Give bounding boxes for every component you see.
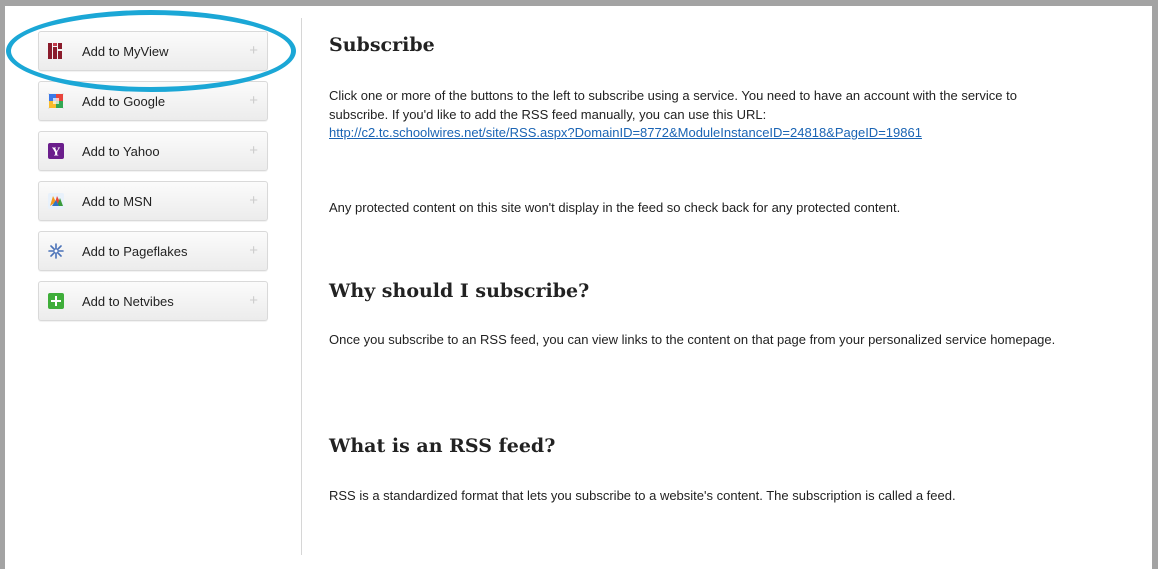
what-is-rss-text: RSS is a standardized format that lets y… — [329, 488, 956, 503]
svg-text:Y: Y — [51, 146, 60, 159]
plus-icon: + — [249, 42, 258, 59]
add-to-google-button[interactable]: Add to Google + — [38, 81, 268, 121]
add-to-myview-label: Add to MyView — [82, 44, 169, 59]
add-to-yahoo-label: Add to Yahoo — [82, 144, 160, 159]
add-to-msn-label: Add to MSN — [82, 194, 153, 209]
pageflakes-icon — [48, 243, 64, 259]
google-icon — [47, 92, 65, 110]
add-to-myview-button[interactable]: Add to MyView + — [38, 31, 268, 71]
plus-icon: + — [249, 192, 258, 209]
myview-icon — [48, 43, 64, 59]
subscribe-intro-text: Click one or more of the buttons to the … — [329, 88, 1017, 122]
what-is-rss-heading: What is an RSS feed? — [329, 435, 556, 457]
netvibes-icon — [48, 293, 64, 309]
add-to-msn-button[interactable]: Add to MSN + — [38, 181, 268, 221]
plus-icon: + — [249, 142, 258, 159]
window-frame-top — [0, 0, 1158, 6]
protected-content-note: Any protected content on this site won't… — [329, 200, 901, 215]
subscribe-heading: Subscribe — [329, 34, 435, 56]
add-to-netvibes-label: Add to Netvibes — [82, 294, 174, 309]
why-subscribe-text: Once you subscribe to an RSS feed, you c… — [329, 332, 1056, 347]
window-frame-right — [1152, 0, 1158, 569]
msn-icon — [48, 193, 64, 209]
why-subscribe-heading: Why should I subscribe? — [329, 280, 590, 302]
add-to-pageflakes-button[interactable]: Add to Pageflakes + — [38, 231, 268, 271]
add-to-yahoo-button[interactable]: Y Add to Yahoo + — [38, 131, 268, 171]
window-frame-left — [0, 0, 5, 569]
yahoo-icon: Y — [48, 143, 64, 159]
add-to-netvibes-button[interactable]: Add to Netvibes + — [38, 281, 268, 321]
plus-icon: + — [249, 292, 258, 309]
plus-icon: + — [249, 92, 258, 109]
subscribe-services-sidebar: Add to MyView + Add to Google + Y Add to… — [38, 31, 268, 331]
add-to-pageflakes-label: Add to Pageflakes — [82, 244, 188, 259]
rss-feed-url-link[interactable]: http://c2.tc.schoolwires.net/site/RSS.as… — [329, 125, 922, 140]
subscribe-intro: Click one or more of the buttons to the … — [329, 86, 1069, 142]
plus-icon: + — [249, 242, 258, 259]
add-to-google-label: Add to Google — [82, 94, 166, 109]
column-divider — [301, 18, 302, 555]
